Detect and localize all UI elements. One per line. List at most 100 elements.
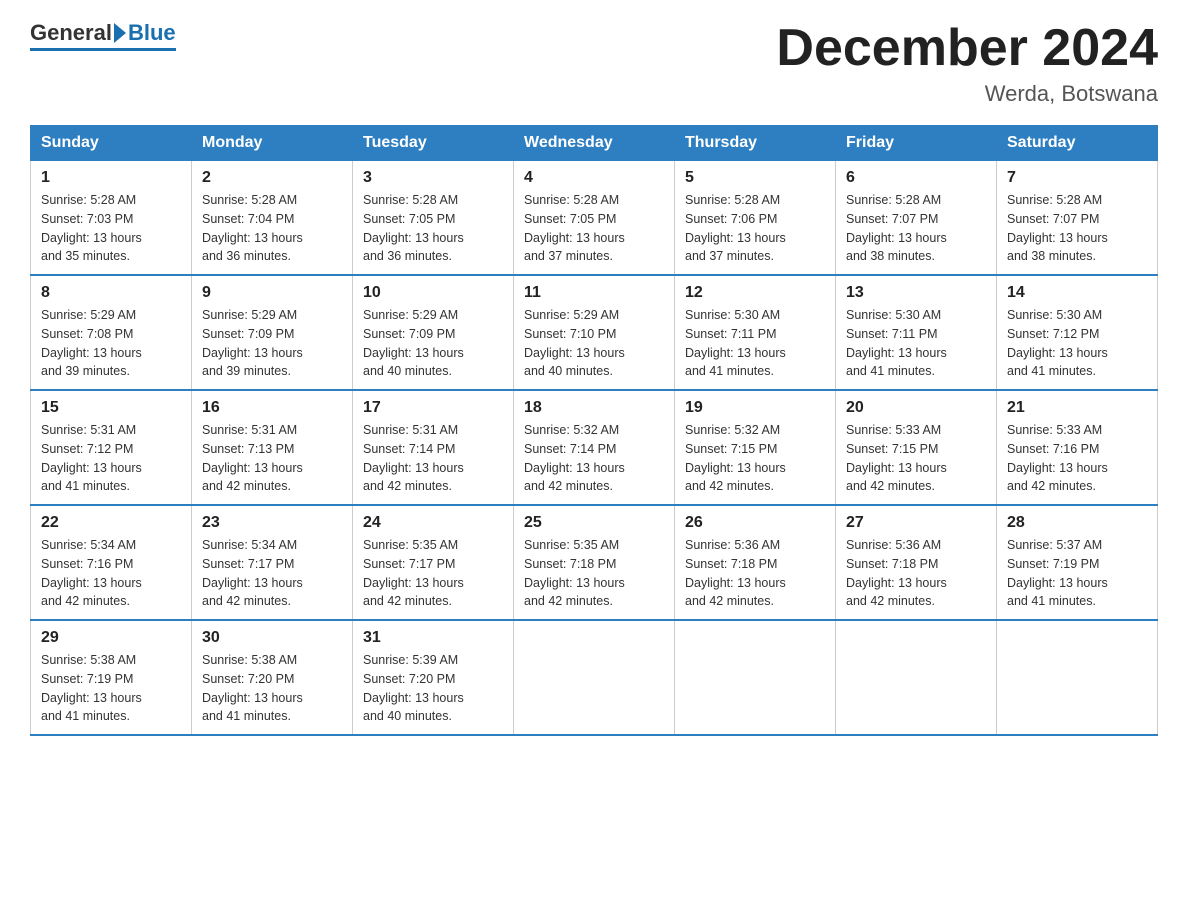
title-area: December 2024 Werda, Botswana bbox=[776, 20, 1158, 107]
day-number: 6 bbox=[846, 169, 986, 187]
calendar-cell: 29 Sunrise: 5:38 AMSunset: 7:19 PMDayligh… bbox=[31, 620, 192, 735]
day-number: 7 bbox=[1007, 169, 1147, 187]
day-number: 4 bbox=[524, 169, 664, 187]
day-number: 13 bbox=[846, 284, 986, 302]
day-info: Sunrise: 5:29 AMSunset: 7:09 PMDaylight:… bbox=[202, 306, 342, 381]
day-number: 28 bbox=[1007, 514, 1147, 532]
day-number: 8 bbox=[41, 284, 181, 302]
day-number: 2 bbox=[202, 169, 342, 187]
header-day-saturday: Saturday bbox=[997, 126, 1158, 161]
day-info: Sunrise: 5:39 AMSunset: 7:20 PMDaylight:… bbox=[363, 651, 503, 726]
calendar-cell: 14Sunrise: 5:30 AMSunset: 7:12 PMDayligh… bbox=[997, 275, 1158, 390]
day-number: 1 bbox=[41, 169, 181, 187]
logo: General Blue bbox=[30, 20, 176, 51]
week-row-3: 15 Sunrise: 5:31 AMSunset: 7:12 PMDayligh… bbox=[31, 390, 1158, 505]
calendar-cell: 16 Sunrise: 5:31 AMSunset: 7:13 PMDayligh… bbox=[192, 390, 353, 505]
day-info: Sunrise: 5:28 AMSunset: 7:03 PMDaylight:… bbox=[41, 191, 181, 266]
calendar-cell: 10 Sunrise: 5:29 AMSunset: 7:09 PMDayligh… bbox=[353, 275, 514, 390]
day-number: 10 bbox=[363, 284, 503, 302]
calendar-cell: 8 Sunrise: 5:29 AMSunset: 7:08 PMDaylight… bbox=[31, 275, 192, 390]
page-header: General Blue December 2024 Werda, Botswa… bbox=[30, 20, 1158, 107]
day-info: Sunrise: 5:32 AMSunset: 7:14 PMDaylight:… bbox=[524, 421, 664, 496]
location: Werda, Botswana bbox=[776, 81, 1158, 107]
day-number: 9 bbox=[202, 284, 342, 302]
day-info: Sunrise: 5:30 AMSunset: 7:11 PMDaylight:… bbox=[685, 306, 825, 381]
day-number: 27 bbox=[846, 514, 986, 532]
logo-underline bbox=[30, 48, 176, 51]
day-number: 17 bbox=[363, 399, 503, 417]
calendar-cell: 13 Sunrise: 5:30 AMSunset: 7:11 PMDayligh… bbox=[836, 275, 997, 390]
day-info: Sunrise: 5:29 AMSunset: 7:10 PMDaylight:… bbox=[524, 306, 664, 381]
calendar-cell: 12 Sunrise: 5:30 AMSunset: 7:11 PMDayligh… bbox=[675, 275, 836, 390]
day-number: 22 bbox=[41, 514, 181, 532]
calendar-cell: 18 Sunrise: 5:32 AMSunset: 7:14 PMDayligh… bbox=[514, 390, 675, 505]
day-info: Sunrise: 5:29 AMSunset: 7:09 PMDaylight:… bbox=[363, 306, 503, 381]
calendar-cell: 25 Sunrise: 5:35 AMSunset: 7:18 PMDayligh… bbox=[514, 505, 675, 620]
logo-arrow-icon bbox=[114, 23, 126, 43]
calendar-cell: 30Sunrise: 5:38 AMSunset: 7:20 PMDayligh… bbox=[192, 620, 353, 735]
day-info: Sunrise: 5:30 AMSunset: 7:11 PMDaylight:… bbox=[846, 306, 986, 381]
calendar-cell: 27Sunrise: 5:36 AMSunset: 7:18 PMDayligh… bbox=[836, 505, 997, 620]
day-number: 19 bbox=[685, 399, 825, 417]
calendar-cell: 9 Sunrise: 5:29 AMSunset: 7:09 PMDaylight… bbox=[192, 275, 353, 390]
day-number: 24 bbox=[363, 514, 503, 532]
week-row-5: 29 Sunrise: 5:38 AMSunset: 7:19 PMDayligh… bbox=[31, 620, 1158, 735]
day-number: 12 bbox=[685, 284, 825, 302]
header-day-sunday: Sunday bbox=[31, 126, 192, 161]
day-number: 18 bbox=[524, 399, 664, 417]
calendar-cell: 24 Sunrise: 5:35 AMSunset: 7:17 PMDayligh… bbox=[353, 505, 514, 620]
day-info: Sunrise: 5:37 AMSunset: 7:19 PMDaylight:… bbox=[1007, 536, 1147, 611]
day-number: 31 bbox=[363, 629, 503, 647]
calendar-cell: 6Sunrise: 5:28 AMSunset: 7:07 PMDaylight… bbox=[836, 161, 997, 276]
day-number: 29 bbox=[41, 629, 181, 647]
calendar-cell: 31 Sunrise: 5:39 AMSunset: 7:20 PMDayligh… bbox=[353, 620, 514, 735]
calendar-cell: 1 Sunrise: 5:28 AMSunset: 7:03 PMDaylight… bbox=[31, 161, 192, 276]
calendar-cell bbox=[997, 620, 1158, 735]
calendar-cell bbox=[836, 620, 997, 735]
header-day-thursday: Thursday bbox=[675, 126, 836, 161]
calendar-cell: 2 Sunrise: 5:28 AMSunset: 7:04 PMDaylight… bbox=[192, 161, 353, 276]
day-info: Sunrise: 5:38 AMSunset: 7:20 PMDaylight:… bbox=[202, 651, 342, 726]
calendar-cell bbox=[675, 620, 836, 735]
calendar-cell bbox=[514, 620, 675, 735]
header-row: SundayMondayTuesdayWednesdayThursdayFrid… bbox=[31, 126, 1158, 161]
calendar-cell: 3 Sunrise: 5:28 AMSunset: 7:05 PMDaylight… bbox=[353, 161, 514, 276]
day-info: Sunrise: 5:36 AMSunset: 7:18 PMDaylight:… bbox=[685, 536, 825, 611]
day-info: Sunrise: 5:28 AMSunset: 7:04 PMDaylight:… bbox=[202, 191, 342, 266]
day-number: 26 bbox=[685, 514, 825, 532]
day-number: 15 bbox=[41, 399, 181, 417]
day-number: 25 bbox=[524, 514, 664, 532]
calendar-cell: 23Sunrise: 5:34 AMSunset: 7:17 PMDayligh… bbox=[192, 505, 353, 620]
day-info: Sunrise: 5:28 AMSunset: 7:05 PMDaylight:… bbox=[363, 191, 503, 266]
day-number: 5 bbox=[685, 169, 825, 187]
calendar-cell: 21Sunrise: 5:33 AMSunset: 7:16 PMDayligh… bbox=[997, 390, 1158, 505]
day-info: Sunrise: 5:31 AMSunset: 7:12 PMDaylight:… bbox=[41, 421, 181, 496]
day-number: 20 bbox=[846, 399, 986, 417]
header-day-monday: Monday bbox=[192, 126, 353, 161]
day-info: Sunrise: 5:35 AMSunset: 7:17 PMDaylight:… bbox=[363, 536, 503, 611]
calendar-cell: 11 Sunrise: 5:29 AMSunset: 7:10 PMDayligh… bbox=[514, 275, 675, 390]
day-number: 21 bbox=[1007, 399, 1147, 417]
calendar-cell: 17 Sunrise: 5:31 AMSunset: 7:14 PMDayligh… bbox=[353, 390, 514, 505]
day-info: Sunrise: 5:28 AMSunset: 7:05 PMDaylight:… bbox=[524, 191, 664, 266]
logo-general-text: General bbox=[30, 20, 112, 46]
calendar-cell: 28 Sunrise: 5:37 AMSunset: 7:19 PMDayligh… bbox=[997, 505, 1158, 620]
calendar-header: SundayMondayTuesdayWednesdayThursdayFrid… bbox=[31, 126, 1158, 161]
day-info: Sunrise: 5:29 AMSunset: 7:08 PMDaylight:… bbox=[41, 306, 181, 381]
calendar-cell: 7Sunrise: 5:28 AMSunset: 7:07 PMDaylight… bbox=[997, 161, 1158, 276]
month-title: December 2024 bbox=[776, 20, 1158, 77]
header-day-wednesday: Wednesday bbox=[514, 126, 675, 161]
day-number: 16 bbox=[202, 399, 342, 417]
day-info: Sunrise: 5:31 AMSunset: 7:13 PMDaylight:… bbox=[202, 421, 342, 496]
calendar-table: SundayMondayTuesdayWednesdayThursdayFrid… bbox=[30, 125, 1158, 736]
day-info: Sunrise: 5:38 AMSunset: 7:19 PMDaylight:… bbox=[41, 651, 181, 726]
day-info: Sunrise: 5:31 AMSunset: 7:14 PMDaylight:… bbox=[363, 421, 503, 496]
day-info: Sunrise: 5:30 AMSunset: 7:12 PMDaylight:… bbox=[1007, 306, 1147, 381]
day-info: Sunrise: 5:32 AMSunset: 7:15 PMDaylight:… bbox=[685, 421, 825, 496]
day-info: Sunrise: 5:35 AMSunset: 7:18 PMDaylight:… bbox=[524, 536, 664, 611]
day-number: 3 bbox=[363, 169, 503, 187]
calendar-body: 1 Sunrise: 5:28 AMSunset: 7:03 PMDaylight… bbox=[31, 161, 1158, 736]
day-info: Sunrise: 5:34 AMSunset: 7:16 PMDaylight:… bbox=[41, 536, 181, 611]
day-number: 11 bbox=[524, 284, 664, 302]
day-number: 23 bbox=[202, 514, 342, 532]
